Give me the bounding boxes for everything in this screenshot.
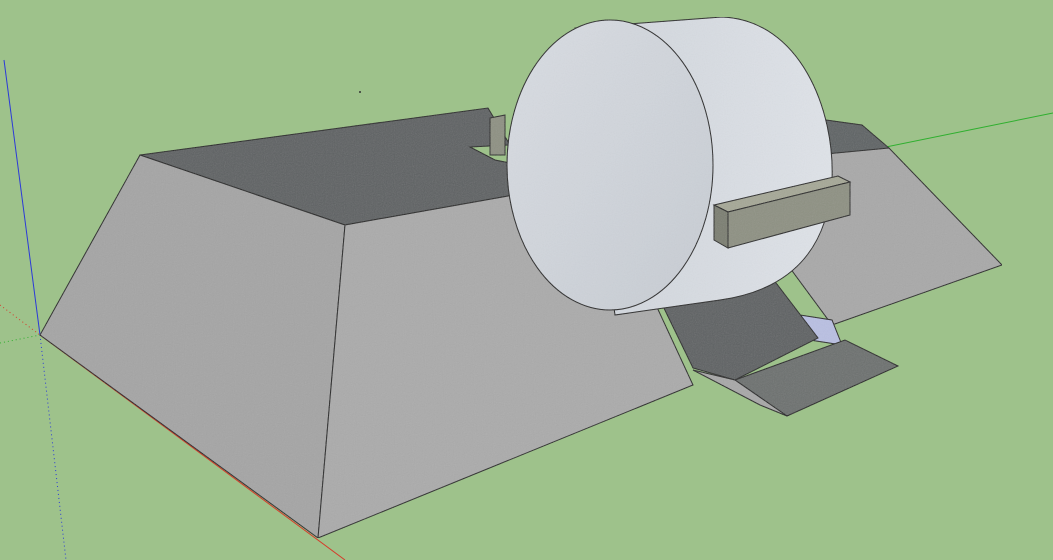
modeling-viewport[interactable] — [0, 0, 1053, 560]
z-axis-blue — [3, 59, 41, 336]
left-embankment-left-face[interactable] — [39, 154, 346, 539]
drum-face[interactable] — [506, 19, 714, 311]
origin-dot — [359, 91, 361, 93]
x-axis-dotted — [0, 304, 41, 336]
axle-bracket-back[interactable] — [489, 114, 506, 156]
y-axis-dotted-left — [0, 334, 41, 344]
axle-bracket-front-face[interactable] — [713, 204, 729, 249]
model-scene[interactable] — [0, 0, 1053, 560]
z-axis-dotted — [39, 334, 67, 560]
y-axis-green — [885, 112, 1053, 148]
model[interactable] — [39, 16, 1003, 539]
